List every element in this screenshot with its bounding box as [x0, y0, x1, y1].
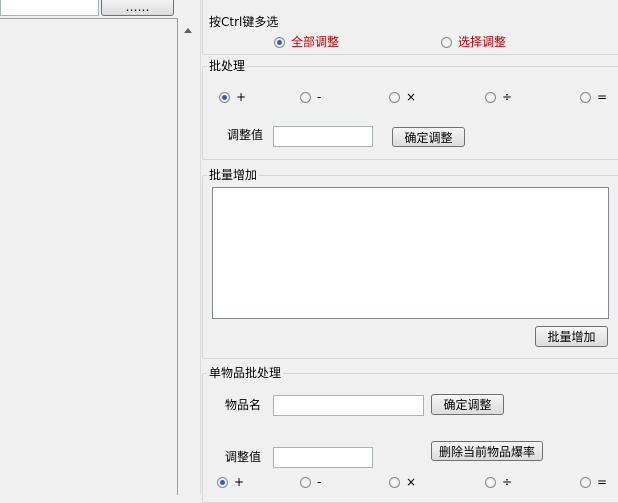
bulk-add-button[interactable]: 批量增加: [535, 326, 608, 347]
single-adjust-label: 调整值: [225, 450, 262, 464]
single-op-divide-label: ÷: [502, 475, 513, 489]
scroll-up-icon[interactable]: [184, 28, 192, 33]
batch-op-equals-label: =: [597, 90, 608, 104]
vertical-scrollbar[interactable]: [179, 18, 197, 495]
radio-dot: [389, 91, 400, 103]
radio-dot: [441, 36, 452, 48]
single-op-minus[interactable]: -: [300, 475, 321, 489]
single-op-minus-label: -: [317, 475, 322, 489]
ctrl-hint-label: 按Ctrl键多选: [209, 15, 279, 29]
radio-dot: [580, 476, 591, 488]
single-op-plus-label: +: [234, 475, 245, 489]
batch-op-plus[interactable]: +: [219, 90, 246, 104]
item-name-input[interactable]: [273, 395, 424, 416]
batch-op-multiply-label: ×: [406, 90, 417, 104]
radio-dot: [300, 476, 311, 488]
bulk-add-group-title: 批量增加: [207, 168, 260, 182]
batch-op-minus[interactable]: -: [300, 90, 321, 104]
batch-op-divide[interactable]: ÷: [485, 90, 512, 104]
batch-confirm-button[interactable]: 确定调整: [392, 127, 465, 147]
radio-dot: [219, 91, 230, 103]
batch-adjust-input[interactable]: [273, 126, 373, 147]
top-left-input[interactable]: [0, 0, 99, 16]
radio-dot: [217, 476, 228, 488]
batch-op-equals[interactable]: =: [580, 90, 607, 104]
single-adjust-input[interactable]: [273, 447, 373, 468]
batch-op-minus-label: -: [317, 90, 322, 104]
single-op-equals[interactable]: =: [580, 475, 607, 489]
single-op-multiply-label: ×: [406, 475, 417, 489]
left-list-panel[interactable]: [0, 18, 178, 495]
more-button[interactable]: ……: [101, 0, 174, 16]
batch-op-multiply[interactable]: ×: [389, 90, 416, 104]
batch-op-plus-label: +: [236, 90, 247, 104]
radio-all-adjust-label: 全部调整: [291, 35, 340, 49]
radio-dot: [485, 91, 496, 103]
radio-select-adjust[interactable]: 选择调整: [441, 35, 506, 49]
radio-dot: [389, 476, 400, 488]
radio-dot: [300, 91, 311, 103]
single-confirm-button[interactable]: 确定调整: [431, 394, 504, 415]
radio-dot: [580, 91, 591, 103]
radio-select-adjust-label: 选择调整: [458, 35, 507, 49]
single-op-multiply[interactable]: ×: [389, 475, 416, 489]
single-op-plus[interactable]: +: [217, 475, 244, 489]
radio-dot: [274, 36, 285, 48]
single-op-divide[interactable]: ÷: [485, 475, 512, 489]
batch-adjust-label: 调整值: [227, 128, 264, 142]
radio-dot: [485, 476, 496, 488]
radio-all-adjust[interactable]: 全部调整: [274, 35, 339, 49]
bulk-add-textarea[interactable]: [212, 187, 609, 319]
item-name-label: 物品名: [225, 398, 262, 412]
batch-op-divide-label: ÷: [502, 90, 513, 104]
single-op-equals-label: =: [597, 475, 608, 489]
pane-divider: [200, 0, 201, 495]
batch-group-title: 批处理: [207, 59, 248, 73]
delete-item-rate-button[interactable]: 删除当前物品爆率: [431, 441, 543, 461]
single-item-group-title: 单物品批处理: [207, 366, 284, 380]
